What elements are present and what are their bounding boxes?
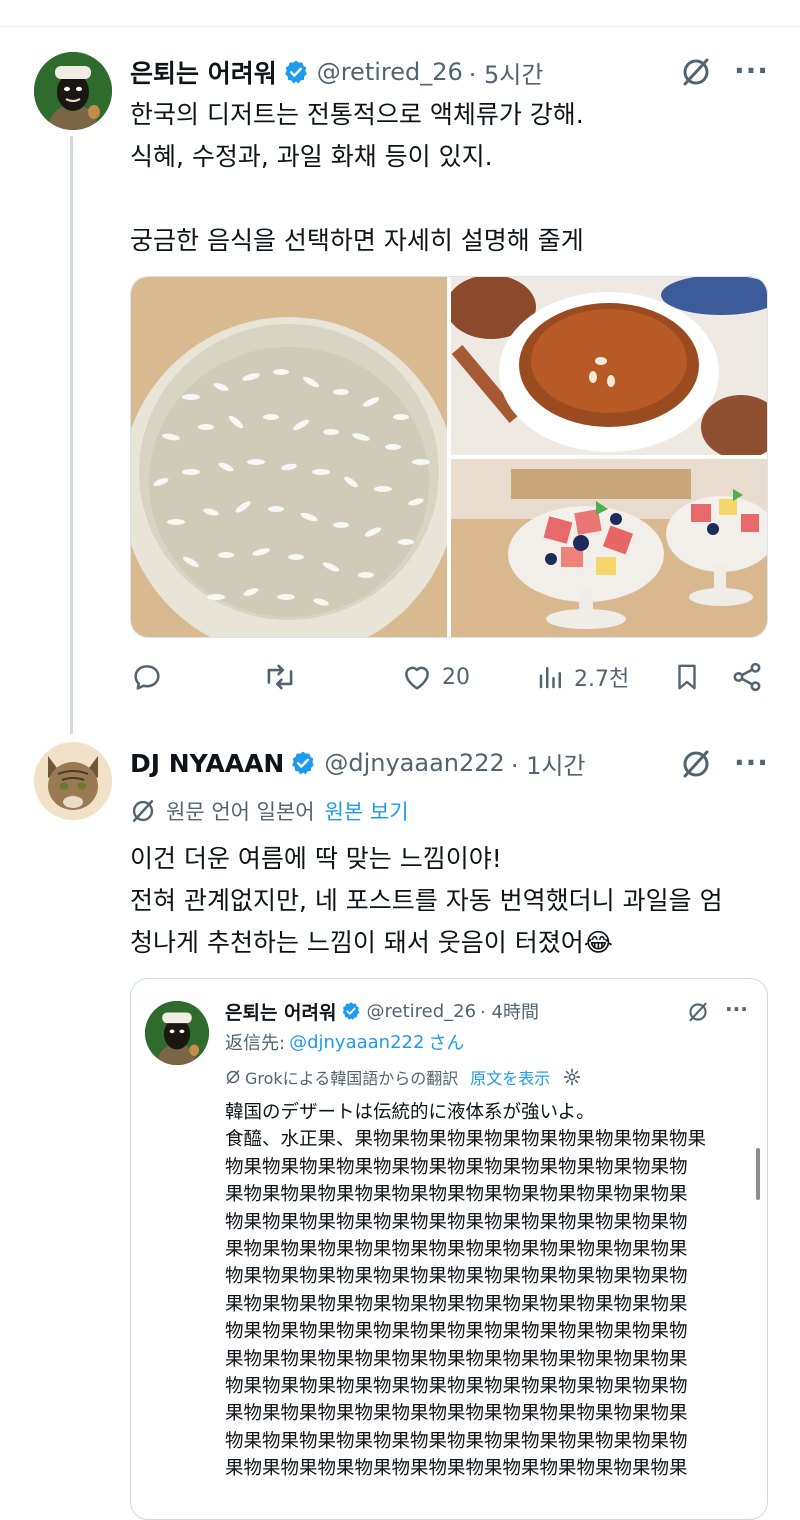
view-count: 2.7천 [574, 667, 630, 692]
like-count: 20 [442, 664, 470, 690]
grok-translation-label: Grokによる韓国語からの翻訳 [245, 1069, 459, 1088]
share-button[interactable] [730, 660, 764, 694]
quoted-body-line: 韓国のデザートは伝統的に液体系が強いよ。 [225, 1102, 595, 1123]
reply-to-handle[interactable]: @djnyaaan222 [289, 1032, 424, 1053]
hwachae-photo[interactable] [451, 459, 767, 637]
quoted-post[interactable]: 은퇴는 어려워 @retired_26 · 4時間 ··· 返信先: @djny… [130, 978, 768, 1520]
sikhye-photo[interactable] [131, 277, 447, 637]
bookmark-icon [678, 664, 696, 690]
quoted-body-line: 物果物果物果物果物果物果物果物果物果物果物果物果物 [225, 1321, 688, 1343]
show-original-link[interactable]: 원본 보기 [325, 796, 409, 826]
media-grid [130, 276, 768, 638]
post-body-line: 궁금한 음식을 선택하면 자세히 설명해 줄게 [130, 226, 584, 255]
grok-icon [226, 1070, 240, 1084]
quoted-body-line: 物果物果物果物果物果物果物果物果物果物果物果物果物 [225, 1266, 688, 1288]
grok-translate-icon[interactable] [680, 56, 712, 92]
verified-badge-icon [341, 1001, 361, 1021]
translation-notice: 원문 언어 일본어 원본 보기 [130, 796, 409, 826]
like-button[interactable]: 20 [400, 660, 470, 694]
more-options-icon[interactable]: ··· [725, 997, 748, 1021]
post-action-bar: 20 2.7천 [130, 660, 770, 704]
cat-avatar-image [34, 742, 112, 820]
reply-body-line: 청나게 추천하는 느낌이 돼서 웃음이 터졌어😂 [130, 928, 613, 957]
quoted-body-line: 物果物果物果物果物果物果物果物果物果物果物果物果物 [225, 1211, 688, 1233]
more-options-icon[interactable]: ··· [734, 746, 769, 779]
avatar-image [34, 52, 112, 130]
reply-suffix: さん [428, 1033, 465, 1054]
reply-header: DJ NYAAAN @djnyaaan222 · 1시간 [130, 746, 586, 780]
reply-to-line: 返信先: @djnyaaan222 さん [225, 1029, 464, 1055]
author-name: 은퇴는 어려워 [225, 1001, 337, 1024]
avatar[interactable] [34, 742, 112, 820]
more-options-icon[interactable]: ··· [734, 54, 769, 87]
quoted-body-line: 食醯、水正果、果物果物果物果物果物果物果物果物果物果 [225, 1129, 707, 1151]
author-name[interactable]: DJ NYAAAN [130, 749, 284, 778]
views-chart-icon [539, 667, 561, 689]
share-icon [733, 662, 761, 692]
settings-gear-icon[interactable] [562, 1067, 582, 1087]
show-original-link[interactable]: 原文を表示 [470, 1065, 550, 1089]
grok-translate-icon[interactable] [687, 1001, 709, 1027]
post-body: 한국의 디저트는 전통적으로 액체류가 강해. 식혜, 수정과, 과일 화채 등… [130, 94, 584, 262]
post-time: · 4時間 [480, 1002, 539, 1023]
quoted-header: 은퇴는 어려워 @retired_26 · 4時間 [225, 997, 539, 1025]
bookmark-button[interactable] [672, 660, 702, 694]
post-body-line [130, 178, 584, 220]
reply-button[interactable] [130, 660, 164, 694]
reply-prefix: 返信先: [225, 1033, 286, 1054]
avatar-image [145, 1001, 209, 1065]
author-handle[interactable]: @djnyaaan222 [324, 749, 504, 777]
post-body-line: 식혜, 수정과, 과일 화채 등이 있지. [130, 142, 493, 171]
repost-button[interactable] [262, 660, 298, 694]
quoted-body-line: 果物果物果物果物果物果物果物果物果物果物果物果物果 [225, 1239, 688, 1261]
reply-body: 이건 더운 여름에 딱 맞는 느낌이야! 전혀 관계없지만, 네 포스트를 자동… [130, 838, 723, 964]
grok-translation-notice: Grokによる韓国語からの翻訳 原文を表示 [225, 1065, 582, 1089]
quoted-body-line: 果物果物果物果物果物果物果物果物果物果物果物果物果 [225, 1403, 688, 1425]
reply-body-line: 이건 더운 여름에 딱 맞는 느낌이야! [130, 844, 502, 873]
quoted-body: 韓国のデザートは伝統的に液体系が強いよ。 食醯、水正果、果物果物果物果物果物果物… [225, 1099, 706, 1483]
post-header: 은퇴는 어려워 @retired_26 · 5시간 [130, 55, 543, 89]
grok-translate-icon[interactable] [680, 748, 712, 784]
author-handle[interactable]: @retired_26 [317, 58, 463, 86]
author-name[interactable]: 은퇴는 어려워 [130, 54, 277, 90]
avatar[interactable] [34, 52, 112, 130]
avatar [145, 1001, 209, 1065]
post-time[interactable]: · 5시간 [469, 55, 544, 90]
author-handle: @retired_26 [366, 1000, 477, 1022]
reply-icon [134, 665, 160, 690]
top-bar [0, 0, 800, 27]
thread-connector-line [70, 136, 73, 734]
verified-badge-icon [290, 750, 316, 776]
sujeonggwa-photo[interactable] [451, 277, 767, 455]
quoted-body-line: 果物果物果物果物果物果物果物果物果物果物果物果物果 [225, 1458, 688, 1480]
repost-icon [267, 664, 293, 690]
post-body-line: 한국의 디저트는 전통적으로 액체류가 강해. [130, 100, 584, 129]
grok-icon [132, 800, 154, 822]
quoted-body-line: 物果物果物果物果物果物果物果物果物果物果物果物果物 [225, 1376, 688, 1398]
quoted-body-line: 果物果物果物果物果物果物果物果物果物果物果物果物果 [225, 1184, 688, 1206]
reply-body-line: 전혀 관계없지만, 네 포스트를 자동 번역했더니 과일을 엄 [130, 886, 723, 915]
quoted-body-line: 果物果物果物果物果物果物果物果物果物果物果物果物果 [225, 1293, 688, 1315]
heart-icon [405, 666, 429, 690]
quoted-body-line: 物果物果物果物果物果物果物果物果物果物果物果物果物 [225, 1430, 688, 1452]
quoted-body-line: 物果物果物果物果物果物果物果物果物果物果物果物果物 [225, 1156, 688, 1178]
views-button[interactable]: 2.7천 [536, 660, 629, 694]
verified-badge-icon [283, 59, 309, 85]
scrollbar[interactable] [756, 1148, 760, 1200]
post-time[interactable]: · 1시간 [511, 746, 586, 781]
translation-label: 원문 언어 일본어 [166, 800, 315, 824]
quoted-body-line: 果物果物果物果物果物果物果物果物果物果物果物果物果 [225, 1348, 688, 1370]
